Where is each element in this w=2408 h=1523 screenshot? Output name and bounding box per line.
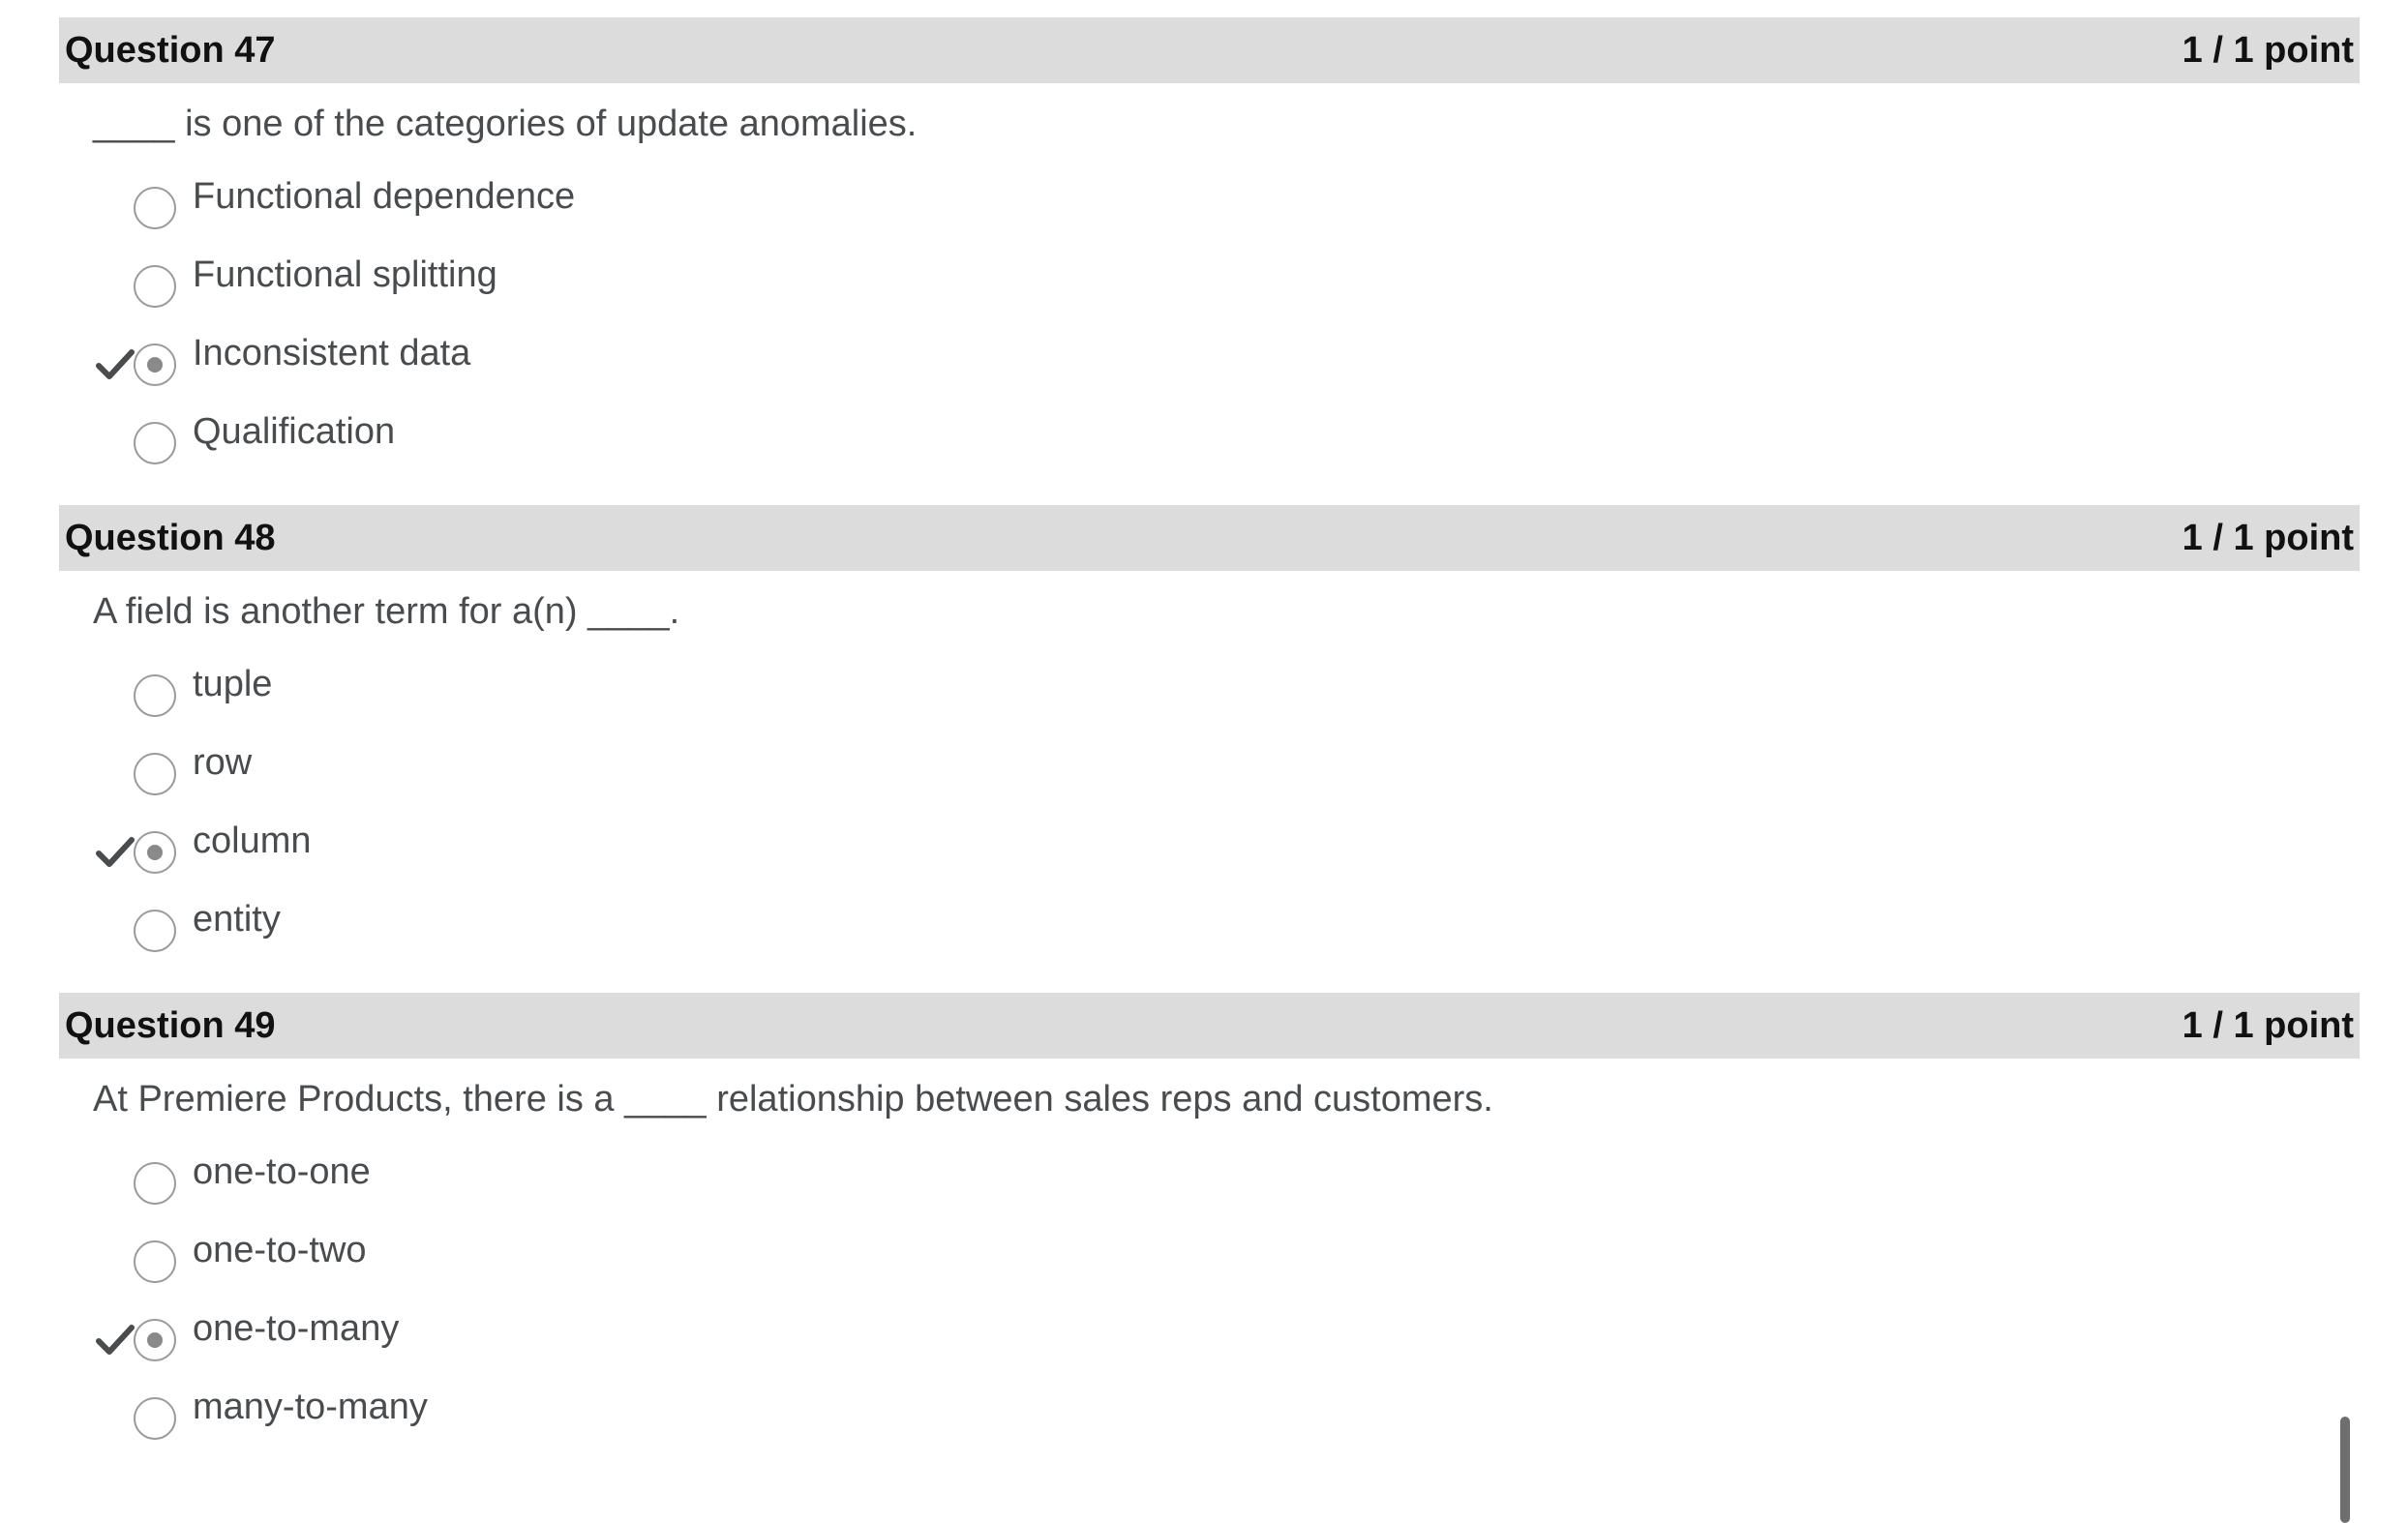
- question-prompt: At Premiere Products, there is a ____ re…: [93, 1079, 1493, 1120]
- scrollbar-thumb[interactable]: [2340, 1417, 2350, 1523]
- option-label: Functional dependence: [193, 176, 576, 217]
- question-score: 1 / 1 point: [2182, 29, 2354, 71]
- question-score: 1 / 1 point: [2182, 1004, 2354, 1046]
- radio-button-selected[interactable]: [134, 1319, 176, 1361]
- answer-option-selected[interactable]: one-to-many: [59, 1297, 2360, 1375]
- answer-option[interactable]: one-to-one: [59, 1140, 2360, 1218]
- question-title: Question 49: [65, 1004, 276, 1046]
- answer-option[interactable]: row: [59, 731, 2360, 809]
- checkmark-icon: [96, 837, 135, 867]
- answer-option[interactable]: Functional splitting: [59, 243, 2360, 321]
- radio-button[interactable]: [134, 1240, 176, 1283]
- option-label: row: [193, 742, 253, 783]
- answer-options: tuple row column entity: [59, 652, 2360, 993]
- radio-button[interactable]: [134, 910, 176, 952]
- answer-option[interactable]: Qualification: [59, 400, 2360, 478]
- answer-option[interactable]: one-to-two: [59, 1218, 2360, 1297]
- question-header: Question 49 1 / 1 point: [59, 993, 2360, 1059]
- answer-option[interactable]: tuple: [59, 652, 2360, 731]
- checkmark-icon: [96, 1325, 135, 1355]
- radio-button[interactable]: [134, 1397, 176, 1440]
- answer-option[interactable]: many-to-many: [59, 1375, 2360, 1453]
- radio-button[interactable]: [134, 422, 176, 464]
- radio-button-selected[interactable]: [134, 831, 176, 874]
- answer-option-selected[interactable]: Inconsistent data: [59, 321, 2360, 400]
- option-label: one-to-two: [193, 1230, 367, 1270]
- answer-option-selected[interactable]: column: [59, 809, 2360, 887]
- answer-options: one-to-one one-to-two one-to-many many-t…: [59, 1140, 2360, 1480]
- answer-options: Functional dependence Functional splitti…: [59, 164, 2360, 505]
- question-header: Question 47 1 / 1 point: [59, 17, 2360, 83]
- question-prompt: A field is another term for a(n) ____.: [93, 591, 680, 632]
- radio-button[interactable]: [134, 1162, 176, 1205]
- option-label: tuple: [193, 664, 273, 704]
- option-label: column: [193, 821, 312, 861]
- option-label: Inconsistent data: [193, 333, 471, 373]
- checkmark-icon: [96, 349, 135, 379]
- option-label: one-to-many: [193, 1308, 400, 1349]
- option-label: one-to-one: [193, 1151, 371, 1192]
- question-score: 1 / 1 point: [2182, 517, 2354, 558]
- quiz-results: Question 47 1 / 1 point ____ is one of t…: [59, 17, 2360, 1480]
- question-47: Question 47 1 / 1 point ____ is one of t…: [59, 17, 2360, 505]
- option-label: Functional splitting: [193, 254, 497, 295]
- option-label: Qualification: [193, 411, 396, 452]
- question-49: Question 49 1 / 1 point At Premiere Prod…: [59, 993, 2360, 1480]
- question-title: Question 47: [65, 29, 276, 71]
- radio-button[interactable]: [134, 674, 176, 717]
- radio-button[interactable]: [134, 187, 176, 229]
- option-label: entity: [193, 899, 281, 940]
- question-title: Question 48: [65, 517, 276, 558]
- question-48: Question 48 1 / 1 point A field is anoth…: [59, 505, 2360, 993]
- radio-button-selected[interactable]: [134, 343, 176, 386]
- option-label: many-to-many: [193, 1387, 428, 1427]
- answer-option[interactable]: Functional dependence: [59, 164, 2360, 243]
- question-prompt: ____ is one of the categories of update …: [93, 104, 918, 144]
- radio-button[interactable]: [134, 265, 176, 308]
- question-header: Question 48 1 / 1 point: [59, 505, 2360, 571]
- answer-option[interactable]: entity: [59, 887, 2360, 966]
- radio-button[interactable]: [134, 753, 176, 795]
